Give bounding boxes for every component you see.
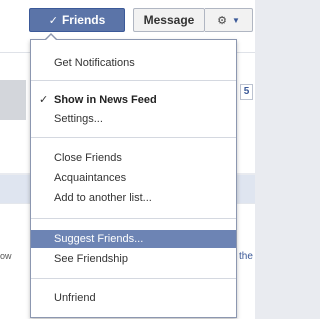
menu-item-acquaintances[interactable]: Acquaintances — [31, 169, 236, 187]
checkmark-icon: ✓ — [39, 94, 49, 106]
menu-item-suggest-friends[interactable]: Suggest Friends... — [31, 230, 236, 248]
menu-item-label: Get Notifications — [54, 57, 135, 69]
right-text-fragment: the — [239, 251, 253, 262]
menu-item-add-to-another-list[interactable]: Add to another list... — [31, 189, 236, 207]
friends-button[interactable]: ✓ Friends — [29, 8, 125, 32]
chevron-down-icon: ▼ — [231, 15, 240, 25]
count-badge: 5 — [240, 84, 253, 100]
menu-item-close-friends[interactable]: Close Friends — [31, 149, 236, 167]
menu-item-settings[interactable]: Settings... — [31, 110, 236, 128]
menu-separator — [31, 137, 236, 138]
message-button[interactable]: Message — [133, 8, 205, 32]
menu-item-label: See Friendship — [54, 253, 128, 265]
menu-item-unfriend[interactable]: Unfriend — [31, 289, 236, 307]
gear-icon: ⚙ — [217, 14, 227, 27]
menu-item-label: Suggest Friends... — [54, 233, 144, 245]
gear-menu-button[interactable]: ⚙ ▼ — [205, 8, 253, 32]
menu-item-label: Acquaintances — [54, 172, 127, 184]
menu-item-show-in-news-feed[interactable]: ✓ Show in News Feed — [31, 91, 236, 109]
left-text-fragment: ow — [0, 251, 12, 261]
menu-separator — [31, 218, 236, 219]
menu-item-label: Close Friends — [54, 152, 122, 164]
friends-button-label: Friends — [61, 13, 106, 27]
menu-item-see-friendship[interactable]: See Friendship — [31, 250, 236, 268]
menu-item-get-notifications[interactable]: Get Notifications — [31, 54, 236, 72]
thumbnail-image — [0, 80, 26, 120]
menu-item-label: Show in News Feed — [54, 94, 157, 106]
menu-item-label: Add to another list... — [54, 192, 152, 204]
menu-separator — [31, 278, 236, 279]
dropdown-pointer-inner — [45, 35, 57, 41]
menu-separator — [31, 80, 236, 81]
menu-item-label: Unfriend — [54, 292, 96, 304]
friends-dropdown-menu: Get Notifications ✓ Show in News Feed Se… — [30, 39, 237, 318]
checkmark-icon: ✓ — [48, 14, 58, 27]
menu-item-label: Settings... — [54, 113, 103, 125]
